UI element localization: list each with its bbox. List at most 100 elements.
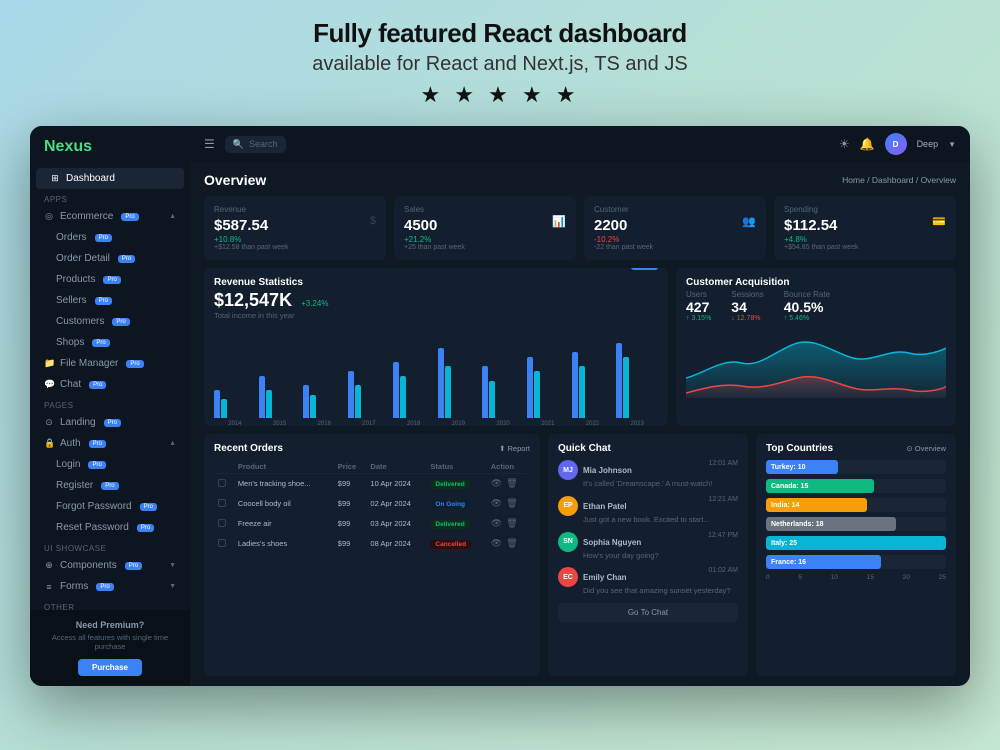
sidebar-item-reset-password[interactable]: Reset Password Pro bbox=[30, 517, 190, 538]
go-to-chat-button[interactable]: Go To Chat bbox=[558, 603, 738, 622]
sidebar-item-register[interactable]: Register Pro bbox=[30, 475, 190, 496]
chevron-up-icon: ▲ bbox=[169, 213, 176, 220]
sidebar-logo: Nexus bbox=[30, 126, 190, 164]
sidebar-item-shops[interactable]: Shops Pro bbox=[30, 332, 190, 353]
search-icon: 🔍 bbox=[233, 139, 244, 150]
search-bar[interactable]: 🔍 Search bbox=[225, 136, 286, 153]
tab-day[interactable]: Day bbox=[565, 268, 590, 270]
acquisition-chart-card: Customer Acquisition Users 427 ↑ 3.15% S… bbox=[676, 268, 956, 426]
hamburger-icon[interactable]: ☰ bbox=[204, 137, 215, 151]
row-checkbox[interactable] bbox=[214, 534, 234, 554]
country-bar-fill: Canada: 15 bbox=[766, 479, 874, 493]
countries-list: Turkey: 10 Canada: 15 India: 14 Netherla… bbox=[766, 460, 946, 569]
country-row: France: 16 bbox=[766, 555, 946, 569]
spending-icon: 💳 bbox=[932, 215, 946, 228]
country-bar-track: Turkey: 10 bbox=[766, 460, 946, 474]
bar-orders bbox=[527, 357, 533, 418]
tab-month[interactable]: Month bbox=[594, 268, 627, 270]
sidebar-item-orders[interactable]: Orders Pro bbox=[30, 227, 190, 248]
row-price: $99 bbox=[334, 494, 367, 514]
purchase-button[interactable]: Purchase bbox=[78, 659, 142, 676]
acquisition-stats: Users 427 ↑ 3.15% Sessions 34 ↓ 12.78% B… bbox=[686, 290, 946, 322]
country-name: Canada: 15 bbox=[771, 483, 808, 490]
sidebar-item-auth[interactable]: 🔒 Auth Pro ▲ bbox=[30, 433, 190, 454]
stat-card-revenue: Revenue $ $587.54 +10.8% +$12.58 than pa… bbox=[204, 196, 386, 260]
bar-year-label: 2020 bbox=[482, 421, 524, 426]
bar-revenue bbox=[400, 376, 406, 418]
row-checkbox[interactable] bbox=[214, 474, 234, 494]
chat-name: Emily Chan bbox=[583, 573, 627, 582]
bar-revenue bbox=[579, 366, 585, 418]
bar-revenue bbox=[623, 357, 629, 418]
sidebar-item-login[interactable]: Login Pro bbox=[30, 454, 190, 475]
apps-section: Apps bbox=[30, 189, 190, 206]
delete-icon[interactable]: 🗑 bbox=[506, 498, 517, 509]
ecommerce-badge: Pro bbox=[121, 213, 138, 221]
row-date: 08 Apr 2024 bbox=[366, 534, 426, 554]
row-date: 10 Apr 2024 bbox=[366, 474, 426, 494]
stat-revenue-value: $587.54 bbox=[214, 217, 376, 234]
stat-spending-value: $112.54 bbox=[784, 217, 946, 234]
bar-year-label: 2016 bbox=[303, 421, 345, 426]
x-axis-label: 0 bbox=[766, 574, 770, 581]
sidebar-item-chat[interactable]: 💬 Chat Pro bbox=[30, 374, 190, 395]
forgot-password-badge: Pro bbox=[140, 503, 157, 511]
country-name: India: 14 bbox=[771, 502, 799, 509]
sidebar-item-dashboard[interactable]: ⊞ Dashboard bbox=[36, 168, 184, 189]
report-button[interactable]: ⬆ Report bbox=[499, 444, 530, 453]
sidebar-item-ecommerce[interactable]: ◎ Ecommerce Pro ▲ bbox=[30, 206, 190, 227]
countries-overview-button[interactable]: ⊙ Overview bbox=[906, 444, 946, 453]
sun-icon[interactable]: ☀ bbox=[839, 137, 850, 151]
delete-icon[interactable]: 🗑 bbox=[506, 518, 517, 529]
col-status: Status bbox=[426, 460, 486, 474]
bar-year-label: 2019 bbox=[438, 421, 480, 426]
sidebar-item-order-detail[interactable]: Order Detail Pro bbox=[30, 248, 190, 269]
sidebar-item-landing[interactable]: ⊙ Landing Pro bbox=[30, 412, 190, 433]
x-axis-label: 15 bbox=[867, 574, 874, 581]
avatar[interactable]: D bbox=[885, 133, 907, 155]
view-icon[interactable]: 👁 bbox=[491, 518, 502, 529]
bar-year-label: 2022 bbox=[572, 421, 614, 426]
sidebar-item-customers[interactable]: Customers Pro bbox=[30, 311, 190, 332]
delete-icon[interactable]: 🗑 bbox=[506, 538, 517, 549]
table-row: Men's tracking shoe... $99 10 Apr 2024 D… bbox=[214, 474, 530, 494]
stat-customer-change: -10.2% bbox=[594, 235, 756, 244]
bar-group bbox=[616, 343, 658, 418]
chat-name: Ethan Patel bbox=[583, 502, 627, 511]
row-checkbox[interactable] bbox=[214, 514, 234, 534]
sidebar-item-sellers[interactable]: Sellers Pro bbox=[30, 290, 190, 311]
col-price: Price bbox=[334, 460, 367, 474]
chat-badge: Pro bbox=[89, 381, 106, 389]
line-chart-svg bbox=[686, 328, 946, 398]
shops-badge: Pro bbox=[92, 339, 109, 347]
sidebar-item-components[interactable]: ⊕ Components Pro ▼ bbox=[30, 555, 190, 576]
chat-avatar: EC bbox=[558, 567, 578, 587]
bell-icon[interactable]: 🔔 bbox=[860, 137, 875, 151]
chat-name: Sophia Nguyen bbox=[583, 538, 641, 547]
bar-revenue bbox=[489, 381, 495, 419]
delete-icon[interactable]: 🗑 bbox=[506, 478, 517, 489]
sidebar-item-file-manager[interactable]: 📁 File Manager Pro bbox=[30, 353, 190, 374]
tab-year[interactable]: Year bbox=[631, 268, 658, 270]
user-chevron-icon[interactable]: ▼ bbox=[948, 140, 956, 149]
file-manager-icon: 📁 bbox=[44, 358, 54, 369]
chat-message: EC Emily Chan 01:02 AM Did you see that … bbox=[558, 567, 738, 596]
chat-avatar: SN bbox=[558, 532, 578, 552]
country-bar-track: India: 14 bbox=[766, 498, 946, 512]
sidebar-item-forms[interactable]: ≡ Forms Pro ▼ bbox=[30, 576, 190, 597]
table-row: Ladies's shoes $99 08 Apr 2024 Cancelled… bbox=[214, 534, 530, 554]
chat-name: Mia Johnson bbox=[583, 466, 632, 475]
view-icon[interactable]: 👁 bbox=[491, 498, 502, 509]
bar-orders bbox=[616, 343, 622, 418]
view-icon[interactable]: 👁 bbox=[491, 538, 502, 549]
sidebar-item-forgot-password[interactable]: Forgot Password Pro bbox=[30, 496, 190, 517]
row-checkbox[interactable] bbox=[214, 494, 234, 514]
hero-subtitle: available for React and Next.js, TS and … bbox=[20, 53, 980, 76]
page-title: Overview bbox=[204, 172, 266, 188]
view-icon[interactable]: 👁 bbox=[491, 478, 502, 489]
chat-text: It's called 'Dreamscape.' A must-watch! bbox=[583, 479, 738, 489]
sidebar-item-products[interactable]: Products Pro bbox=[30, 269, 190, 290]
chat-body: Mia Johnson 12:01 AM It's called 'Dreams… bbox=[583, 460, 738, 489]
revenue-chart-title: Revenue Statistics bbox=[214, 277, 328, 288]
row-action: 👁 🗑 bbox=[487, 494, 530, 514]
